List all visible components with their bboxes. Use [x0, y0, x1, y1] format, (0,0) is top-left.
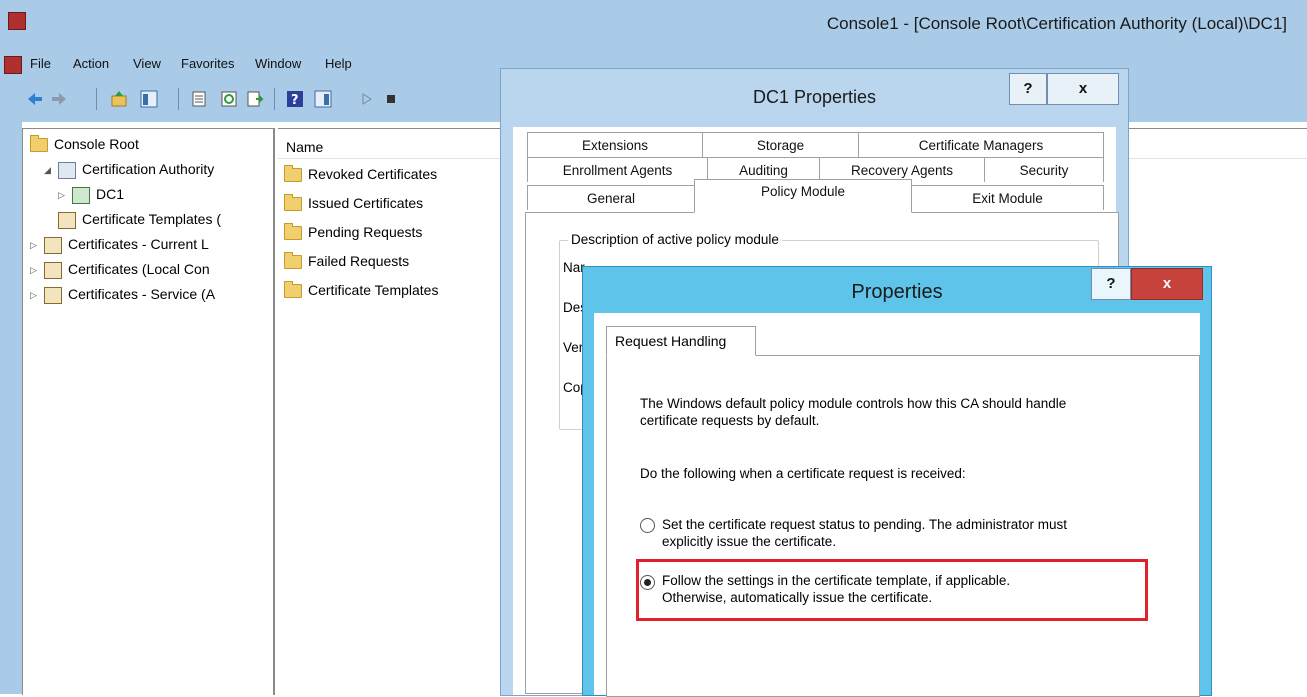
radio-set-pending[interactable] [640, 518, 655, 533]
dialog-body: Request Handling The Windows default pol… [594, 313, 1200, 697]
menu-favorites[interactable]: Favorites [181, 56, 234, 71]
version-field-label: Ver [563, 340, 584, 355]
window-frame-left [0, 122, 22, 694]
collapsed-arrow-icon[interactable]: ▷ [58, 190, 68, 201]
tree-item-label: DC1 [96, 186, 125, 202]
highlight-box [636, 559, 1148, 621]
close-button[interactable]: x [1131, 268, 1203, 300]
certificates-icon [44, 236, 62, 254]
tree-item-label: Certificates (Local Con [68, 261, 210, 277]
tab-enrollment-agents[interactable]: Enrollment Agents [527, 157, 708, 182]
tree-item-certificates-current-user[interactable]: ▷ Certificates - Current L [30, 236, 209, 254]
forward-arrow-icon[interactable] [50, 90, 68, 108]
request-handling-panel: The Windows default policy module contro… [606, 355, 1200, 697]
list-item-label: Failed Requests [308, 253, 410, 269]
tree-item-console-root[interactable]: Console Root [30, 135, 139, 153]
prompt-text: Do the following when a certificate requ… [640, 466, 966, 481]
intro-text-line2: certificate requests by default. [640, 413, 820, 428]
tree-item-certificate-templates[interactable]: Certificate Templates ( [58, 211, 221, 229]
option-pending-line2[interactable]: explicitly issue the certificate. [662, 533, 1182, 550]
help-button[interactable]: ? [1091, 268, 1131, 300]
tree-item-certification-authority[interactable]: ◢ Certification Authority [44, 161, 214, 179]
folder-icon [284, 281, 302, 299]
tab-extensions[interactable]: Extensions [527, 132, 703, 157]
tree-item-dc1[interactable]: ▷ DC1 [58, 186, 124, 204]
list-item[interactable]: Failed Requests [284, 252, 410, 270]
mmc-title-bar: Console1 - [Console Root\Certification A… [0, 0, 1307, 52]
menu-action[interactable]: Action [73, 56, 109, 71]
tab-exit-module[interactable]: Exit Module [911, 185, 1104, 210]
menu-file[interactable]: File [30, 56, 51, 71]
svg-text:?: ? [291, 93, 299, 108]
tab-security[interactable]: Security [984, 157, 1104, 182]
list-item[interactable]: Issued Certificates [284, 194, 424, 212]
tab-general[interactable]: General [527, 185, 695, 210]
ca-server-icon [72, 186, 90, 204]
up-folder-icon[interactable] [110, 90, 128, 108]
expanded-arrow-icon[interactable]: ◢ [44, 165, 54, 176]
properties-icon[interactable] [190, 90, 208, 108]
list-item-label: Revoked Certificates [308, 166, 438, 182]
intro-text-line1: The Windows default policy module contro… [640, 396, 1067, 411]
list-item-label: Issued Certificates [308, 195, 424, 211]
list-item[interactable]: Revoked Certificates [284, 165, 438, 183]
description-group-label: Description of active policy module [568, 232, 782, 247]
certificates-icon [44, 286, 62, 304]
back-arrow-icon[interactable] [26, 90, 44, 108]
help-icon[interactable]: ? [286, 90, 304, 108]
option-pending-line1[interactable]: Set the certificate request status to pe… [662, 516, 1182, 533]
tab-policy-module[interactable]: Policy Module [694, 179, 912, 213]
menu-view[interactable]: View [133, 56, 161, 71]
ca-icon [58, 161, 76, 179]
folder-icon [284, 194, 302, 212]
folder-icon [284, 223, 302, 241]
start-service-icon[interactable] [358, 90, 376, 108]
templates-icon [58, 211, 76, 229]
tree-item-label: Certificate Templates ( [82, 211, 222, 227]
tree-item-label: Certificates - Service (A [68, 286, 216, 302]
certificates-icon [44, 261, 62, 279]
properties-dialog: Properties ? x Request Handling The Wind… [582, 266, 1212, 697]
list-item-label: Certificate Templates [308, 282, 439, 298]
list-item[interactable]: Certificate Templates [284, 281, 439, 299]
tab-request-handling[interactable]: Request Handling [606, 326, 756, 356]
toolbar-separator [274, 88, 275, 110]
list-item[interactable]: Pending Requests [284, 223, 423, 241]
toolbar-separator [178, 88, 179, 110]
window-title: Console1 - [Console Root\Certification A… [826, 14, 1287, 33]
tree-item-label: Certificates - Current L [68, 236, 209, 252]
mmc-app-icon[interactable] [8, 12, 26, 30]
folder-icon [284, 165, 302, 183]
tree-item-label: Console Root [54, 136, 139, 152]
column-header-name[interactable]: Name [286, 139, 323, 155]
collapsed-arrow-icon[interactable]: ▷ [30, 240, 40, 251]
folder-icon [30, 135, 48, 153]
show-hide-action-pane-icon[interactable] [314, 90, 332, 108]
tab-certificate-managers[interactable]: Certificate Managers [858, 132, 1104, 157]
collapsed-arrow-icon[interactable]: ▷ [30, 265, 40, 276]
tree-item-certificates-local-computer[interactable]: ▷ Certificates (Local Con [30, 261, 210, 279]
close-button[interactable]: x [1047, 73, 1119, 105]
menu-help[interactable]: Help [325, 56, 352, 71]
collapsed-arrow-icon[interactable]: ▷ [30, 290, 40, 301]
toolbar-separator [96, 88, 97, 110]
refresh-icon[interactable] [220, 90, 238, 108]
help-button[interactable]: ? [1009, 73, 1047, 105]
tree-item-certificates-service[interactable]: ▷ Certificates - Service (A [30, 286, 215, 304]
console-icon[interactable] [4, 56, 22, 74]
tree-item-label: Certification Authority [82, 161, 215, 177]
stop-service-icon[interactable] [382, 90, 400, 108]
list-item-label: Pending Requests [308, 224, 423, 240]
export-list-icon[interactable] [246, 90, 264, 108]
show-hide-tree-icon[interactable] [140, 90, 158, 108]
folder-icon [284, 252, 302, 270]
menu-window[interactable]: Window [255, 56, 301, 71]
tab-storage[interactable]: Storage [702, 132, 859, 157]
